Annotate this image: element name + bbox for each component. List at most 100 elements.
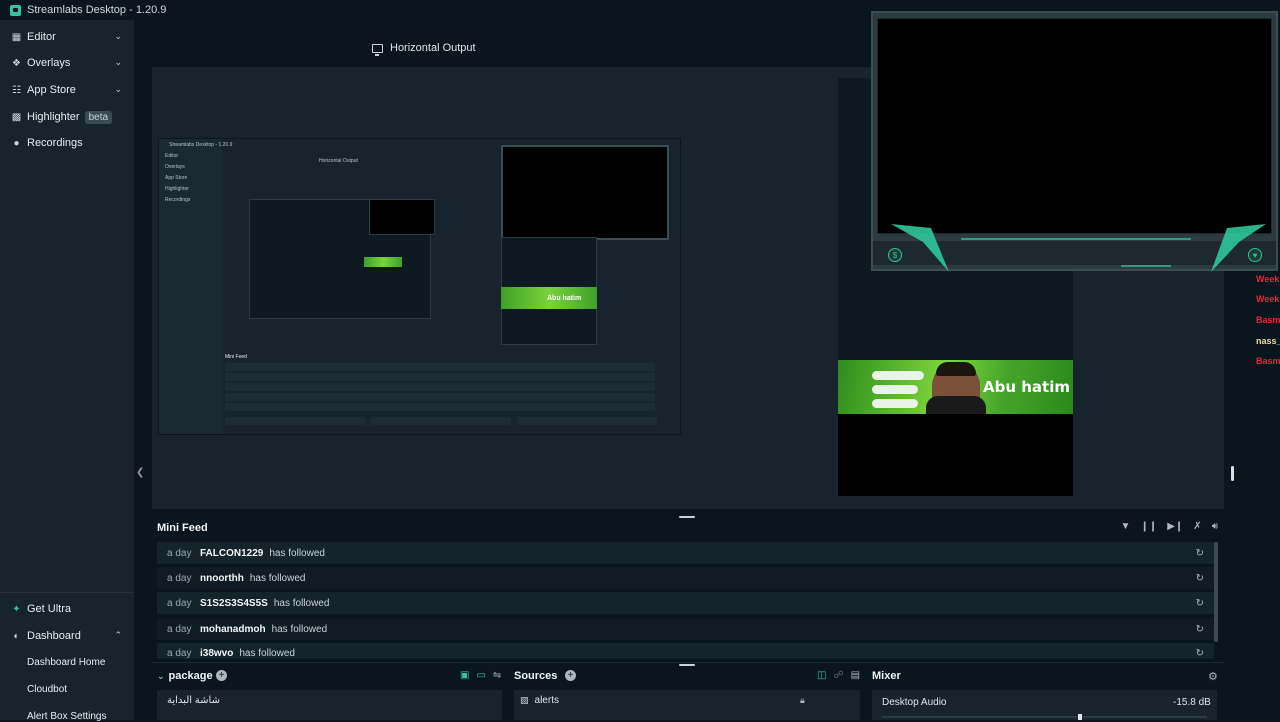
scene-monitor-icon[interactable]: ▣	[460, 670, 469, 681]
scenes-title: ⌄ package	[157, 670, 213, 682]
filter-icon[interactable]: ▼	[1121, 521, 1131, 532]
sidebar-item-label: Editor	[27, 31, 56, 43]
folder-icon: ▧	[520, 695, 529, 705]
feed-row: a day mohanadmoh has followed ↻	[157, 618, 1214, 640]
nested-inner-banner	[364, 257, 402, 267]
feed-row: a day nnoorthh has followed ↻	[157, 567, 1214, 589]
sidebar-item-overlays[interactable]: ❖ Overlays ⌄	[0, 50, 134, 76]
chevron-down-icon[interactable]: ⌄	[114, 57, 122, 68]
overlay-name: Abu hatim	[983, 378, 1070, 396]
nested-sidebar-text: Overlays	[165, 164, 185, 170]
scene-collection-name[interactable]: package	[169, 670, 213, 682]
mini-feed-header: Mini Feed	[152, 517, 1224, 539]
feed-user: i38wvo	[200, 648, 234, 659]
preview-scrollbar[interactable]	[1231, 466, 1234, 481]
scene-vertical-icon[interactable]: ▭	[476, 670, 485, 681]
skip-icon[interactable]: ▶❙	[1167, 521, 1183, 532]
volume-slider-track[interactable]	[882, 716, 1207, 718]
replay-icon[interactable]: ↻	[1196, 573, 1204, 584]
lock-icon[interactable]: 🔒︎	[800, 695, 805, 706]
feed-scrollbar[interactable]	[1214, 542, 1218, 642]
sidebar-subitem-cloudbot[interactable]: Cloudbot	[27, 684, 67, 695]
nested-scenes-dock	[225, 417, 365, 425]
nested-feed-row	[225, 403, 655, 411]
chat-username: Week	[1256, 274, 1280, 284]
mini-feed-title: Mini Feed	[157, 522, 208, 534]
volume-slider-handle[interactable]	[1078, 714, 1082, 720]
dock-divider	[152, 662, 1224, 663]
nested-feed-title: Mini Feed	[225, 354, 247, 360]
monitor-icon	[372, 43, 383, 56]
feed-event: has followed	[249, 572, 306, 584]
feed-user: S1S2S3S4S5S	[200, 597, 268, 609]
feed-event: has followed	[273, 597, 330, 609]
sidebar-subitem-alert-box-settings[interactable]: Alert Box Settings	[27, 711, 106, 722]
feed-row: a day i38wvo has followed ↻	[157, 643, 1214, 659]
sidebar-divider	[0, 592, 134, 593]
source-folder-icon[interactable]: ▤	[851, 670, 860, 681]
chevron-down-icon[interactable]: ⌄	[157, 671, 165, 681]
feed-time: a day	[167, 572, 192, 584]
add-source-icon[interactable]: +	[565, 670, 576, 681]
replay-icon[interactable]: ↻	[1196, 548, 1204, 559]
feed-time: a day	[167, 547, 192, 559]
feed-event: has followed	[271, 623, 328, 635]
output-title: Horizontal Output	[390, 42, 476, 54]
sidebar-item-dashboard[interactable]: ◐ Dashboard ⌃	[0, 623, 134, 649]
scene-toolbar: ▣ ▭ ⇋	[460, 670, 501, 681]
sidebar-item-recordings[interactable]: ● Recordings	[0, 130, 134, 156]
volume-icon[interactable]: 🔊︎	[1212, 521, 1218, 532]
sidebar-item-highlighter[interactable]: ▩ Highlighter beta	[0, 104, 134, 130]
sidebar-item-app-store[interactable]: ☷ App Store ⌄	[0, 77, 134, 103]
nested-feed-row	[225, 363, 655, 371]
pause-icon[interactable]: ❙❙	[1140, 521, 1157, 532]
scene-transition-icon[interactable]: ⇋	[493, 670, 501, 681]
feed-user: mohanadmoh	[200, 623, 266, 635]
replay-icon[interactable]: ↻	[1196, 598, 1204, 609]
chat-username: Basm	[1256, 356, 1280, 366]
mixer-channel-level: -15.8 dB	[1173, 697, 1211, 708]
streamlabs-logo-icon	[10, 4, 21, 16]
chat-username: Basm	[1256, 315, 1280, 325]
nested-sidebar	[159, 139, 222, 434]
nested-sidebar-text: Highlighter	[165, 186, 189, 192]
replay-icon[interactable]: ↻	[1196, 648, 1204, 659]
nested-mixer-dock	[517, 417, 657, 425]
get-ultra-label: Get Ultra	[27, 603, 72, 615]
mute-alerts-icon[interactable]: ✗	[1193, 521, 1201, 532]
nested-banner-name: Abu hatim	[547, 295, 582, 302]
social-handle-pill	[872, 371, 924, 380]
social-handle-pill	[872, 399, 918, 408]
source-item[interactable]: ▧ alerts	[520, 695, 559, 706]
nested-title: Streamlabs Desktop - 1.20.9	[169, 142, 233, 148]
sidebar-subitem-dashboard-home[interactable]: Dashboard Home	[27, 657, 105, 668]
source-name: alerts	[534, 695, 559, 706]
preview-nested-capture: Streamlabs Desktop - 1.20.9 Editor Overl…	[158, 138, 681, 435]
collapse-sidebar-chevron-icon[interactable]: ❮	[136, 467, 144, 478]
mixer-settings-gear-icon[interactable]: ⚙	[1208, 670, 1218, 683]
source-link-icon[interactable]: ☍	[833, 670, 843, 681]
sidebar: ▦ Editor ⌄ ❖ Overlays ⌄ ☷ App Store ⌄ ▩ …	[0, 20, 134, 722]
resize-handle[interactable]	[679, 664, 695, 666]
highlighter-icon: ▩	[11, 111, 22, 123]
chevron-up-icon[interactable]: ⌃	[114, 630, 122, 641]
nested-overlay-frame	[501, 145, 669, 240]
chevron-down-icon[interactable]: ⌄	[114, 31, 122, 42]
chevron-down-icon[interactable]: ⌄	[114, 84, 122, 95]
overlays-icon: ❖	[12, 57, 21, 69]
feed-row: a day FALCON1229 has followed ↻	[157, 542, 1214, 564]
feed-time: a day	[167, 623, 192, 635]
source-group-icon[interactable]: ◫	[817, 670, 826, 681]
social-handle-pill	[872, 385, 918, 394]
feed-user: nnoorthh	[200, 572, 244, 584]
get-ultra-button[interactable]: ✦ Get Ultra	[0, 596, 134, 622]
sidebar-item-editor[interactable]: ▦ Editor ⌄	[0, 24, 134, 50]
add-scene-icon[interactable]: +	[216, 670, 227, 681]
sidebar-item-label: Dashboard	[27, 630, 81, 642]
sidebar-item-label: Recordings	[27, 137, 83, 149]
scene-item[interactable]: شاشة البداية	[167, 695, 220, 706]
streamer-photo	[926, 362, 986, 416]
editor-icon: ▦	[11, 31, 22, 43]
replay-icon[interactable]: ↻	[1196, 624, 1204, 635]
nested-feed-row	[225, 373, 655, 381]
